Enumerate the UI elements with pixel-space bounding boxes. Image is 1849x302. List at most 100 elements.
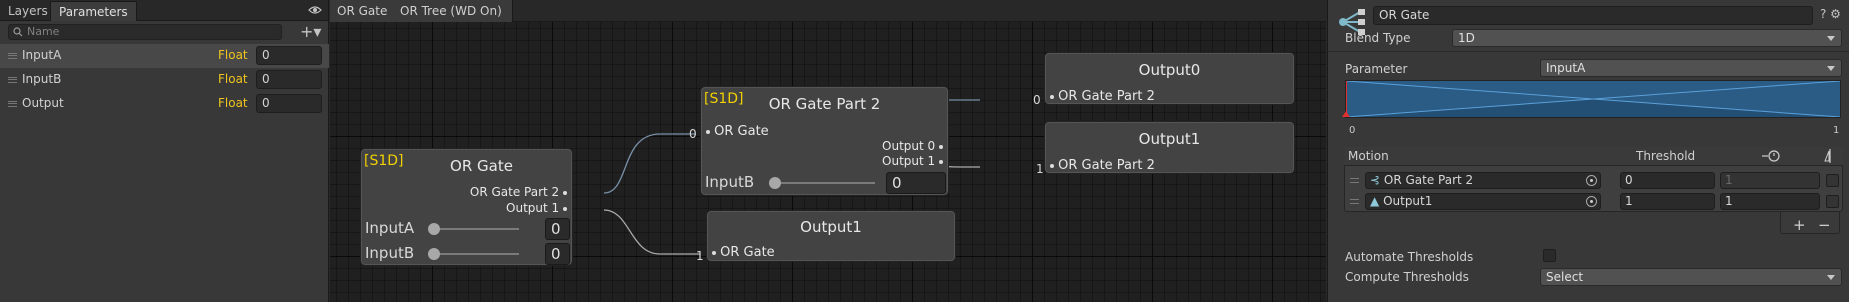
node-title: Output1 — [1138, 130, 1201, 148]
state-name-field[interactable]: OR Gate — [1373, 6, 1813, 25]
parameter-marker-icon[interactable] — [1342, 111, 1350, 117]
object-picker-icon[interactable] — [1586, 196, 1597, 207]
parameter-row-output[interactable]: Output Float 0 — [0, 92, 329, 116]
add-motion-button[interactable]: + — [1793, 216, 1806, 234]
input-a-value-field[interactable]: 0 — [545, 218, 570, 240]
output-port-output1[interactable]: Output 1 — [882, 154, 943, 168]
add-remove-box — [1780, 212, 1840, 234]
parameter-type: Float — [218, 48, 248, 62]
motion-row[interactable]: ▲ Output1 1 1 — [1345, 191, 1842, 212]
parameter-name[interactable]: InputA — [22, 48, 61, 62]
parameter-type: Float — [218, 72, 248, 86]
parameter-value-field[interactable]: 0 — [256, 46, 322, 65]
link-to-part2 — [603, 133, 696, 194]
input-a-slider[interactable] — [434, 228, 519, 230]
divider — [1328, 51, 1849, 52]
remove-motion-button[interactable]: − — [1818, 216, 1831, 234]
chevron-down-icon — [1827, 275, 1835, 280]
input-a-slider-knob[interactable] — [428, 223, 440, 235]
eye-icon[interactable] — [308, 3, 322, 17]
motion-row[interactable]: ⊰ OR Gate Part 2 0 1 — [1345, 170, 1842, 191]
axis-min-label: 0 — [1349, 125, 1356, 136]
motion-header: Motion — [1348, 149, 1389, 163]
node-output1-right[interactable]: Output1 OR Gate Part 2 — [1044, 121, 1295, 174]
search-row: Name +▾ — [0, 21, 328, 43]
threshold-field[interactable]: 1 — [1620, 193, 1715, 210]
node-title: OR Gate — [450, 157, 513, 175]
blend-tree-graph[interactable]: OR Gate OR Tree (WD On) [S1D] OR Gate OR… — [330, 0, 1326, 302]
blend-tree-mini-icon: ⊰ — [1370, 173, 1381, 187]
input-b-slider-knob[interactable] — [428, 248, 440, 260]
link-label: 1 — [696, 249, 704, 263]
drag-handle-icon[interactable] — [1350, 178, 1359, 183]
input-b-slider[interactable] — [434, 253, 519, 255]
parameter-name[interactable]: Output — [22, 96, 64, 110]
parameter-row-inputb[interactable]: InputB Float 0 — [0, 68, 329, 92]
input-port-part2[interactable]: OR Gate Part 2 — [1050, 158, 1155, 173]
breadcrumb-item-or-gate[interactable]: OR Gate — [330, 0, 399, 22]
parameter-dropdown[interactable]: InputA — [1540, 59, 1842, 77]
input-port-or-gate[interactable]: OR Gate — [706, 124, 769, 139]
link-label: 1 — [1036, 162, 1044, 176]
parameter-value-field[interactable]: 0 — [256, 70, 322, 89]
animation-clip-icon: ▲ — [1370, 194, 1380, 208]
tab-layers[interactable]: Layers — [0, 1, 56, 21]
input-port-part2[interactable]: OR Gate Part 2 — [1050, 89, 1155, 104]
help-settings-icon[interactable]: ? ⚙ — [1820, 7, 1841, 21]
node-title: Output0 — [1138, 61, 1201, 79]
parameters-panel: Layers Parameters Name +▾ InputA Float 0… — [0, 0, 329, 302]
automate-thresholds-label: Automate Thresholds — [1345, 250, 1474, 264]
drag-handle-icon[interactable] — [8, 101, 17, 107]
node-output0[interactable]: Output0 OR Gate Part 2 — [1044, 52, 1295, 105]
parameter-row-inputa[interactable]: InputA Float 0 — [0, 44, 329, 68]
threshold-field[interactable]: 0 — [1620, 172, 1715, 189]
motion-field[interactable]: ⊰ OR Gate Part 2 — [1365, 172, 1601, 189]
link-label: 0 — [689, 127, 697, 141]
node-or-gate-part2[interactable]: [S1D] OR Gate Part 2 OR Gate Output 0 Ou… — [700, 86, 949, 196]
object-picker-icon[interactable] — [1586, 175, 1597, 186]
compute-thresholds-label: Compute Thresholds — [1345, 270, 1469, 284]
motion-table-header: Motion Threshold — [1344, 147, 1843, 166]
input-b-slider[interactable] — [775, 182, 875, 184]
add-parameter-button[interactable]: +▾ — [300, 23, 321, 41]
node-title: Output1 — [800, 218, 862, 236]
tab-parameters[interactable]: Parameters — [50, 1, 137, 21]
threshold-header: Threshold — [1636, 149, 1696, 163]
parameter-value-field[interactable]: 0 — [256, 94, 322, 113]
link-to-output1-bottom — [603, 209, 700, 255]
inspector-panel: OR Gate ? ⚙ Blend Type 1D Parameter Inpu… — [1327, 0, 1849, 302]
input-port-or-gate[interactable]: OR Gate — [712, 245, 775, 260]
node-title: OR Gate Part 2 — [768, 95, 881, 113]
node-output1-bottom[interactable]: Output1 OR Gate — [706, 210, 956, 262]
compute-thresholds-dropdown[interactable]: Select — [1540, 268, 1842, 286]
drag-handle-icon[interactable] — [8, 53, 17, 59]
drag-handle-icon[interactable] — [8, 77, 17, 83]
parameter-type: Float — [218, 96, 248, 110]
blend-type-label: Blend Type — [1345, 31, 1411, 45]
input-b-value-field[interactable]: 0 — [886, 172, 946, 194]
mirror-icon[interactable] — [1824, 149, 1836, 163]
breadcrumb-item-or-tree[interactable]: OR Tree (WD On) — [393, 0, 513, 22]
blend-type-dropdown[interactable]: 1D — [1452, 29, 1842, 47]
input-b-value-field[interactable]: 0 — [545, 243, 570, 265]
input-b-slider-knob[interactable] — [769, 177, 781, 189]
parameter-label: Parameter — [1345, 62, 1408, 76]
output-port-output0[interactable]: Output 0 — [882, 139, 943, 153]
automate-thresholds-checkbox[interactable] — [1543, 249, 1556, 262]
speed-field: 1 — [1720, 172, 1820, 189]
node-or-gate[interactable]: [S1D] OR Gate OR Gate Part 2 Output 1 In… — [360, 148, 573, 266]
blend-graph[interactable] — [1342, 80, 1841, 118]
speed-field[interactable]: 1 — [1720, 193, 1820, 210]
parameter-name[interactable]: InputB — [22, 72, 61, 86]
breadcrumb: OR Gate OR Tree (WD On) — [330, 0, 1326, 22]
chevron-down-icon — [1827, 66, 1835, 71]
search-icon — [13, 27, 23, 37]
parameter-list: InputA Float 0 InputB Float 0 Output Flo… — [0, 44, 329, 116]
motion-field[interactable]: ▲ Output1 — [1365, 193, 1601, 210]
drag-handle-icon[interactable] — [1350, 199, 1359, 204]
time-scale-icon[interactable] — [1762, 150, 1780, 162]
output-port-output1[interactable]: Output 1 — [506, 201, 567, 215]
input-b-label: InputB — [705, 173, 755, 191]
search-input[interactable]: Name — [8, 24, 282, 40]
output-port-part2[interactable]: OR Gate Part 2 — [470, 185, 567, 199]
